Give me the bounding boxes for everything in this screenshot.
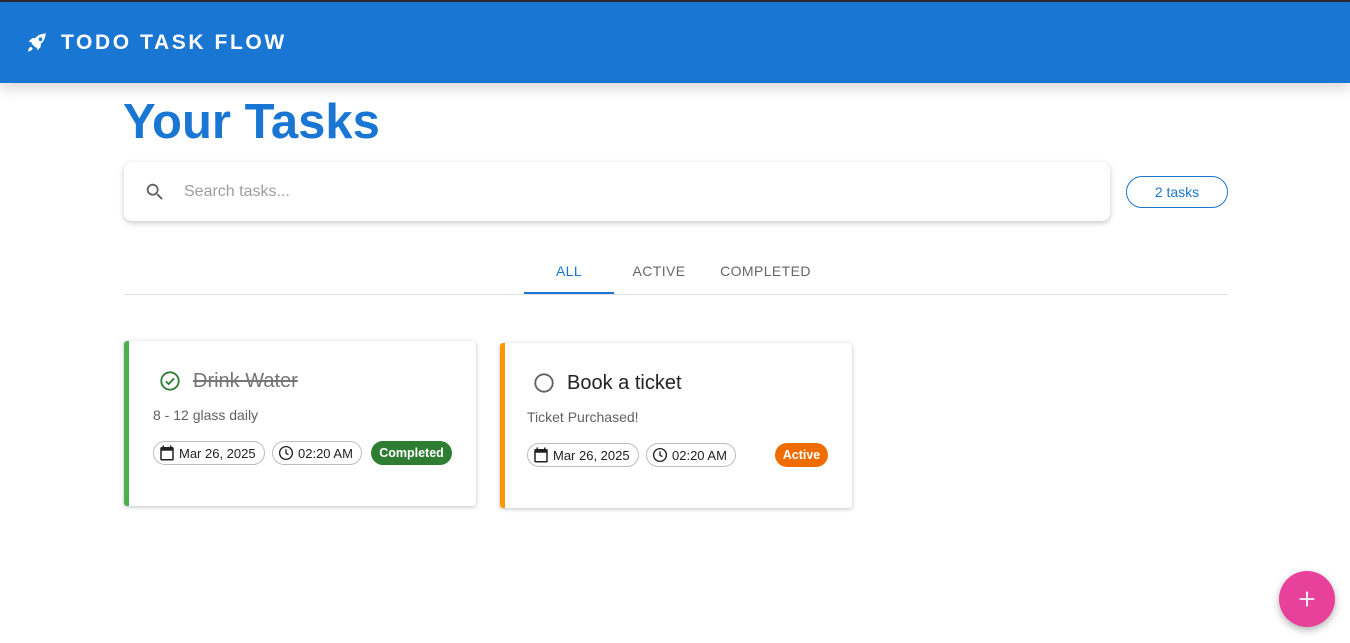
app-title: TODO TASK FLOW — [61, 30, 287, 54]
task-time: 02:20 AM — [672, 447, 727, 463]
task-description: Ticket Purchased! — [527, 409, 639, 425]
task-count-chip: 2 tasks — [1126, 176, 1228, 208]
status-badge: Active — [775, 443, 828, 467]
calendar-icon — [534, 447, 548, 463]
check-circle-icon[interactable] — [159, 370, 181, 392]
circle-outline-icon[interactable] — [533, 372, 555, 394]
filter-tabs: ALL ACTIVE COMPLETED — [124, 248, 1228, 295]
clock-icon — [652, 447, 668, 463]
task-date: Mar 26, 2025 — [553, 447, 630, 463]
page-title: Your Tasks — [123, 95, 380, 149]
task-date: Mar 26, 2025 — [179, 445, 256, 461]
search-icon — [144, 181, 166, 203]
plus-icon — [1299, 591, 1315, 607]
status-badge: Completed — [371, 441, 452, 465]
task-card[interactable]: Book a ticket Ticket Purchased! Mar 26, … — [500, 343, 852, 508]
time-chip: 02:20 AM — [646, 443, 736, 467]
task-accent-bar — [124, 341, 129, 506]
tab-all[interactable]: ALL — [524, 248, 614, 294]
search-bar — [124, 162, 1110, 221]
search-input[interactable] — [184, 177, 1084, 207]
tab-completed[interactable]: COMPLETED — [704, 248, 827, 294]
date-chip: Mar 26, 2025 — [153, 441, 265, 465]
add-task-button[interactable] — [1279, 571, 1335, 627]
task-description: 8 - 12 glass daily — [153, 407, 259, 423]
tab-indicator — [524, 292, 614, 294]
task-title: Drink Water — [193, 370, 298, 392]
calendar-icon — [160, 445, 174, 461]
task-title: Book a ticket — [567, 372, 682, 394]
app-bar: TODO TASK FLOW — [0, 2, 1350, 83]
clock-icon — [278, 445, 294, 461]
task-time: 02:20 AM — [298, 445, 353, 461]
rocket-icon — [25, 31, 49, 55]
tab-active[interactable]: ACTIVE — [614, 248, 704, 294]
task-accent-bar — [500, 343, 505, 508]
date-chip: Mar 26, 2025 — [527, 443, 639, 467]
time-chip: 02:20 AM — [272, 441, 362, 465]
task-card[interactable]: Drink Water 8 - 12 glass daily Mar 26, 2… — [124, 341, 476, 506]
